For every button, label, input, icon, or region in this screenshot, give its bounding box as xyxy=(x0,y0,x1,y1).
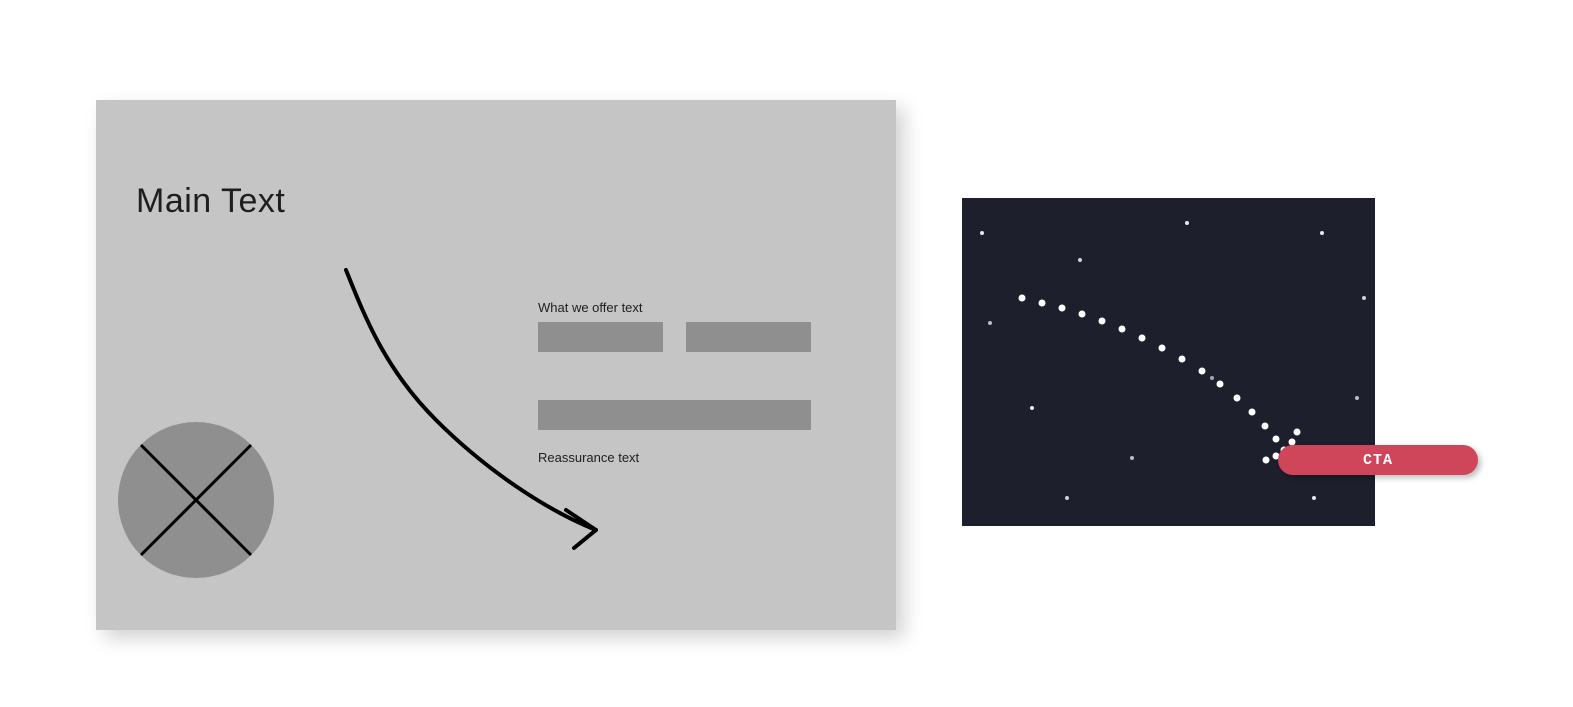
wireframe-panel: Main Text What we offer text Reassurance… xyxy=(96,100,896,630)
offer-text-label: What we offer text xyxy=(538,300,643,315)
stars-illustration xyxy=(962,198,1375,526)
placeholder-block-c xyxy=(538,400,811,430)
placeholder-block-b xyxy=(686,322,811,352)
image-placeholder-icon xyxy=(116,420,276,580)
placeholder-block-a xyxy=(538,322,663,352)
main-text-heading: Main Text xyxy=(136,182,285,221)
reassurance-text-label: Reassurance text xyxy=(538,450,639,465)
stars-panel xyxy=(962,198,1375,526)
cta-button[interactable]: CTA xyxy=(1278,445,1478,475)
